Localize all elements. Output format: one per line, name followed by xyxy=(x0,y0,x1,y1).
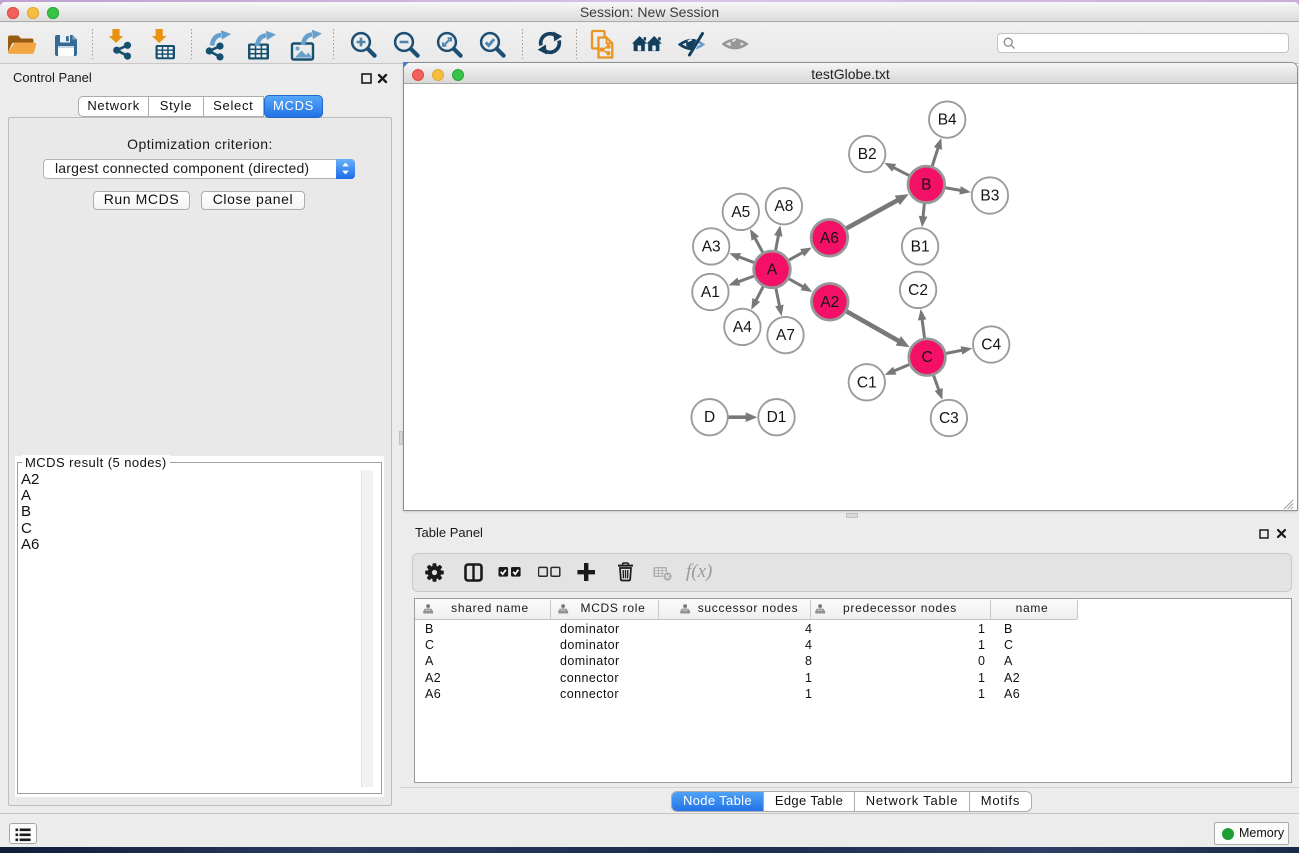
svg-text:D1: D1 xyxy=(767,409,787,426)
svg-text:A4: A4 xyxy=(733,319,752,336)
svg-text:A7: A7 xyxy=(776,327,795,344)
svg-text:C: C xyxy=(921,349,932,366)
svg-text:B2: B2 xyxy=(858,146,877,163)
svg-text:B: B xyxy=(921,176,931,193)
svg-text:B1: B1 xyxy=(911,238,930,255)
svg-text:A2: A2 xyxy=(820,294,839,311)
svg-text:C4: C4 xyxy=(981,337,1001,354)
svg-text:A8: A8 xyxy=(774,198,793,215)
svg-text:D: D xyxy=(704,409,715,426)
svg-text:C1: C1 xyxy=(857,374,877,391)
svg-text:A6: A6 xyxy=(820,230,839,247)
svg-text:A1: A1 xyxy=(701,284,720,301)
svg-text:B3: B3 xyxy=(980,188,999,205)
svg-text:A5: A5 xyxy=(731,204,750,221)
svg-text:C3: C3 xyxy=(939,410,959,427)
svg-text:A: A xyxy=(767,261,778,278)
svg-text:B4: B4 xyxy=(938,112,957,129)
svg-text:A3: A3 xyxy=(702,238,721,255)
svg-text:C2: C2 xyxy=(908,282,928,299)
